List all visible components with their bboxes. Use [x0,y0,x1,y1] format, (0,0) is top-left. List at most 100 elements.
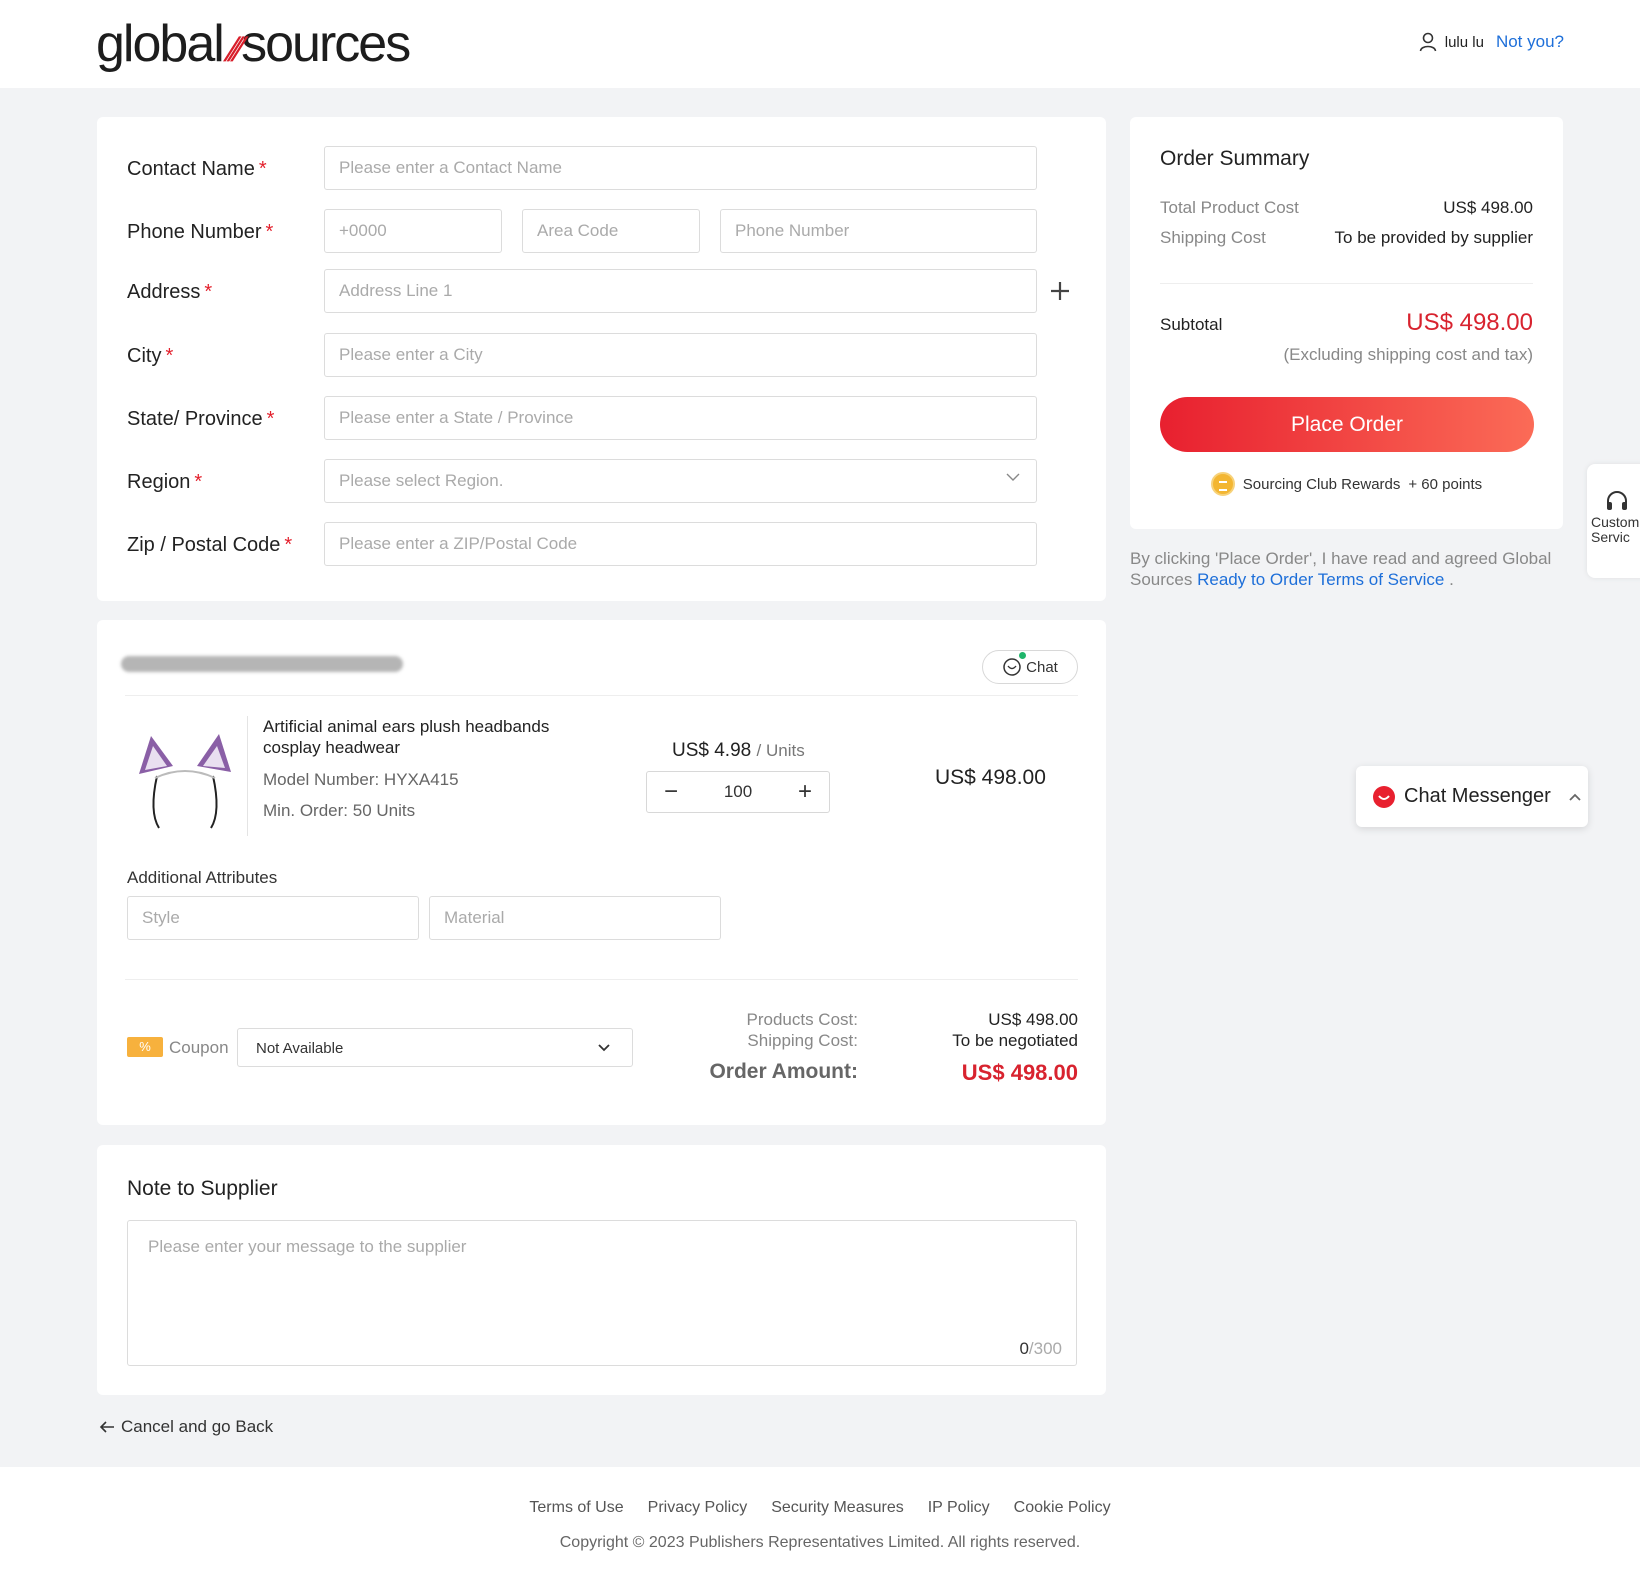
summary-shipping-label: Shipping Cost [1160,228,1266,247]
contact-form-card: Contact Name * Please enter a Contact Nam… [97,117,1106,601]
zip-label: Zip / Postal Code * [127,534,293,556]
footer-link-ip[interactable]: IP Policy [928,1499,990,1517]
coupon-label: Coupon [169,1038,229,1057]
messenger-icon [1373,785,1395,808]
phone-label: Phone Number * [127,221,274,243]
decrease-quantity-button[interactable]: − [661,778,681,806]
character-count: 0/300 [1019,1339,1062,1358]
area-code-input[interactable]: Area Code [522,209,700,253]
note-textarea[interactable]: Please enter your message to the supplie… [127,1220,1077,1366]
order-summary-card: Order Summary Total Product Cost US$ 498… [1130,117,1563,529]
coupon-icon: % [127,1037,163,1057]
divider [1160,283,1533,284]
shipping-cost-value: To be negotiated [952,1031,1078,1050]
arrow-left-icon [99,1421,114,1433]
region-label: Region * [127,471,203,493]
sourcing-club-rewards: Sourcing Club Rewards + 60 points [1130,472,1563,496]
chevron-down-icon [1006,473,1020,481]
style-input[interactable]: Style [127,896,419,940]
chevron-down-icon [598,1044,610,1052]
chat-label: Chat [1026,658,1058,676]
note-title: Note to Supplier [127,1177,278,1200]
product-image[interactable] [127,716,243,832]
products-cost-value: US$ 498.00 [988,1010,1078,1029]
copyright: Copyright © 2023 Publishers Representati… [559,1534,1081,1551]
order-amount-value: US$ 498.00 [961,1060,1078,1085]
divider [125,695,1078,696]
state-input[interactable]: Please enter a State / Province [324,396,1037,440]
user-name: lulu lu [1444,33,1484,51]
terms-of-service-link[interactable]: Ready to Order Terms of Service [1197,570,1444,589]
cancel-and-go-back-link[interactable]: Cancel and go Back [99,1417,273,1437]
coupon-select[interactable]: Not Available [237,1028,633,1067]
footer-link-privacy[interactable]: Privacy Policy [648,1499,748,1517]
not-you-link[interactable]: Not you? [1496,32,1564,52]
city-input[interactable]: Please enter a City [324,333,1037,377]
product-name-link[interactable]: Artificial animal ears plush headbands c… [263,716,583,758]
chat-messenger-widget[interactable]: Chat Messenger [1356,766,1588,827]
product-model-number: Model Number: HYXA415 [263,770,459,789]
subtotal-note: (Excluding shipping cost and tax) [1283,345,1533,364]
footer-link-cookie[interactable]: Cookie Policy [1014,1499,1111,1517]
contact-name-input[interactable]: Please enter a Contact Name [324,146,1037,190]
product-divider [247,716,248,836]
phone-number-input[interactable]: Phone Number [720,209,1037,253]
note-to-supplier-card: Note to Supplier Please enter your messa… [97,1145,1106,1395]
product-min-order: Min. Order: 50 Units [263,801,416,820]
address-line-1-input[interactable]: Address Line 1 [324,269,1037,313]
unit-price: US$ 4.98 / Units [672,740,805,761]
phone-row: Phone Number * +0000 Area Code Phone Numb… [97,209,1106,253]
subtotal-value: US$ 498.00 [1406,309,1533,336]
increase-quantity-button[interactable]: + [795,778,815,806]
chat-bubble-icon [1003,658,1021,676]
order-summary-title: Order Summary [1160,147,1310,170]
summary-shipping-value: To be provided by supplier [1334,228,1533,247]
order-items-card: Chat Artificial animal ears plush headba… [97,620,1106,1125]
footer-link-security[interactable]: Security Measures [771,1499,904,1517]
chat-with-supplier-button[interactable]: Chat [982,650,1078,684]
order-amount-label: Order Amount: [709,1060,858,1083]
user-icon [1419,32,1437,52]
rewards-label: Sourcing Club Rewards [1242,475,1401,493]
region-row: Region * Please select Region. [97,459,1106,503]
additional-attributes-label: Additional Attributes [127,868,278,887]
footer-link-terms[interactable]: Terms of Use [529,1499,623,1517]
headset-icon [1607,491,1627,510]
header: global///sources lulu lu Not you? [0,0,1640,88]
coupon-selected-value: Not Available [256,1040,344,1057]
supplier-name-redacted [121,656,403,672]
online-status-dot [1019,652,1026,659]
region-select[interactable]: Please select Region. [324,459,1037,503]
customer-service-label: Custom Servic [1591,514,1640,545]
rewards-coin-icon [1210,472,1235,496]
address-row: Address * Address Line 1 [97,269,1106,313]
footer: Terms of Use Privacy Policy Security Mea… [0,1467,1640,1582]
state-label: State/ Province * [127,408,275,430]
city-label: City * [127,345,174,367]
total-product-cost-label: Total Product Cost [1160,198,1299,217]
contact-name-label: Contact Name * [127,158,267,180]
divider [125,979,1078,980]
quantity-input[interactable]: 100 [724,782,752,802]
rewards-points: + 60 points [1408,475,1483,493]
material-input[interactable]: Material [429,896,721,940]
state-row: State/ Province * Please enter a State / … [97,396,1106,440]
customer-service-tab[interactable]: Custom Servic [1587,464,1640,578]
zip-row: Zip / Postal Code * Please enter a ZIP/Po… [97,522,1106,566]
address-label: Address * [127,281,213,303]
city-row: City * Please enter a City [97,333,1106,377]
global-sources-logo[interactable]: global///sources [96,14,411,74]
terms-agreement-text: By clicking 'Place Order', I have read a… [1130,549,1552,589]
add-address-line-icon[interactable] [1050,281,1070,301]
quantity-stepper: − 100 + [646,771,830,813]
region-placeholder: Please select Region. [339,471,504,490]
place-order-button[interactable]: Place Order [1160,397,1534,452]
country-code-input[interactable]: +0000 [324,209,502,253]
note-placeholder: Please enter your message to the supplie… [148,1237,467,1256]
zip-input[interactable]: Please enter a ZIP/Postal Code [324,522,1037,566]
products-cost-label: Products Cost: [746,1010,859,1029]
chevron-up-icon [1569,793,1581,801]
contact-name-row: Contact Name * Please enter a Contact Nam… [97,146,1106,190]
chat-messenger-label: Chat Messenger [1404,785,1551,807]
shipping-cost-label: Shipping Cost: [747,1031,858,1050]
